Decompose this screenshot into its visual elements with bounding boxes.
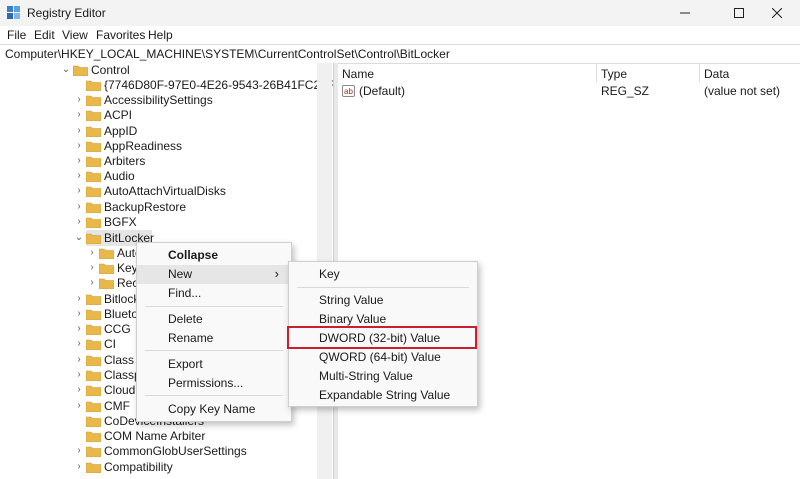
column-type[interactable]: Type [601, 67, 627, 81]
window-title: Registry Editor [27, 6, 106, 20]
menu-item-permissions[interactable]: Permissions... [137, 374, 291, 393]
chevron-right-icon[interactable]: › [74, 308, 84, 320]
menu-item-delete[interactable]: Delete [137, 310, 291, 329]
value-row[interactable]: ab (Default) REG_SZ (value not set) [337, 83, 800, 100]
folder-icon [86, 385, 101, 396]
folder-icon [86, 141, 101, 152]
submenu-item-multi-string-value[interactable]: Multi-String Value [289, 367, 477, 386]
folder-icon [99, 263, 114, 274]
menu-item-collapse[interactable]: Collapse [137, 246, 291, 265]
folder-icon [86, 446, 101, 457]
folder-icon [86, 339, 101, 350]
chevron-right-icon[interactable]: › [74, 400, 84, 412]
chevron-right-icon[interactable]: › [87, 277, 97, 289]
chevron-right-icon[interactable]: › [74, 293, 84, 305]
column-divider[interactable] [699, 63, 700, 83]
menu-separator [145, 350, 283, 351]
chevron-right-icon: › [274, 266, 279, 281]
folder-icon [99, 278, 114, 289]
menu-separator [145, 395, 283, 396]
chevron-right-icon[interactable]: › [74, 354, 84, 366]
registry-editor-icon [7, 6, 20, 19]
column-name[interactable]: Name [342, 67, 374, 81]
chevron-right-icon[interactable]: › [87, 262, 97, 274]
submenu-item-qword-value[interactable]: QWORD (64-bit) Value [289, 348, 477, 367]
submenu-item-key[interactable]: Key [289, 265, 477, 284]
chevron-right-icon[interactable]: › [74, 216, 84, 228]
string-value-icon: ab [342, 85, 355, 97]
folder-icon [86, 294, 101, 305]
chevron-right-icon[interactable]: › [74, 461, 84, 473]
menu-item-new[interactable]: New › [137, 265, 291, 284]
folder-icon [99, 248, 114, 259]
folder-icon [86, 217, 101, 228]
folder-icon [86, 431, 101, 442]
folder-icon [73, 65, 88, 76]
folder-icon [86, 309, 101, 320]
chevron-right-icon[interactable]: › [74, 155, 84, 167]
menu-edit[interactable]: Edit [34, 28, 55, 42]
value-data: (value not set) [704, 84, 781, 98]
folder-icon [86, 401, 101, 412]
chevron-down-icon[interactable]: ⌄ [74, 232, 84, 244]
chevron-right-icon[interactable]: › [74, 445, 84, 457]
chevron-right-icon[interactable]: › [74, 109, 84, 121]
menu-item-find[interactable]: Find... [137, 284, 291, 303]
folder-icon [86, 186, 101, 197]
menu-favorites[interactable]: Favorites [96, 28, 145, 42]
close-button[interactable] [754, 0, 800, 26]
submenu-item-string-value[interactable]: String Value [289, 291, 477, 310]
submenu-item-expandable-string-value[interactable]: Expandable String Value [289, 386, 477, 405]
folder-icon [86, 233, 101, 244]
chevron-right-icon[interactable]: › [74, 125, 84, 137]
folder-icon [86, 80, 101, 91]
chevron-right-icon[interactable]: › [74, 94, 84, 106]
menu-item-export[interactable]: Export [137, 355, 291, 374]
address-path[interactable]: Computer\HKEY_LOCAL_MACHINE\SYSTEM\Curre… [5, 47, 450, 61]
values-list-header: Name Type Data [337, 63, 800, 83]
menu-bar: File Edit View Favorites Help [0, 26, 800, 44]
column-divider[interactable] [596, 63, 597, 83]
menu-separator [297, 287, 469, 288]
title-bar: Registry Editor [0, 0, 800, 26]
chevron-right-icon[interactable]: › [74, 185, 84, 197]
chevron-right-icon[interactable]: › [74, 201, 84, 213]
value-name: (Default) [359, 84, 406, 98]
folder-icon [86, 126, 101, 137]
folder-icon [86, 95, 101, 106]
chevron-right-icon[interactable]: › [74, 369, 84, 381]
folder-icon [86, 355, 101, 366]
column-data[interactable]: Data [704, 67, 729, 81]
folder-icon [86, 171, 101, 182]
menu-separator [145, 306, 283, 307]
minimize-button[interactable] [662, 0, 708, 26]
folder-icon [86, 202, 101, 213]
address-bar[interactable]: Computer\HKEY_LOCAL_MACHINE\SYSTEM\Curre… [0, 44, 800, 64]
folder-icon [86, 110, 101, 121]
folder-icon [86, 462, 101, 473]
dword-highlight-box [287, 326, 477, 349]
chevron-right-icon[interactable]: › [74, 338, 84, 350]
menu-item-copy-key-name[interactable]: Copy Key Name [137, 400, 291, 419]
chevron-right-icon[interactable]: › [74, 384, 84, 396]
chevron-right-icon[interactable]: › [87, 247, 97, 259]
folder-icon [86, 156, 101, 167]
context-menu: Collapse New › Find... Delete Rename Exp… [136, 242, 292, 422]
menu-help[interactable]: Help [148, 28, 173, 42]
menu-view[interactable]: View [62, 28, 88, 42]
chevron-right-icon[interactable]: › [74, 170, 84, 182]
folder-icon [86, 370, 101, 381]
folder-icon [86, 416, 101, 427]
chevron-right-icon[interactable]: › [74, 323, 84, 335]
minimize-icon [680, 12, 690, 14]
value-type: REG_SZ [601, 84, 650, 98]
folder-icon [86, 324, 101, 335]
maximize-icon [734, 8, 744, 18]
menu-file[interactable]: File [7, 28, 26, 42]
chevron-down-icon[interactable]: ⌄ [61, 64, 71, 76]
menu-item-rename[interactable]: Rename [137, 329, 291, 348]
chevron-right-icon[interactable]: › [74, 140, 84, 152]
close-icon [772, 8, 782, 18]
